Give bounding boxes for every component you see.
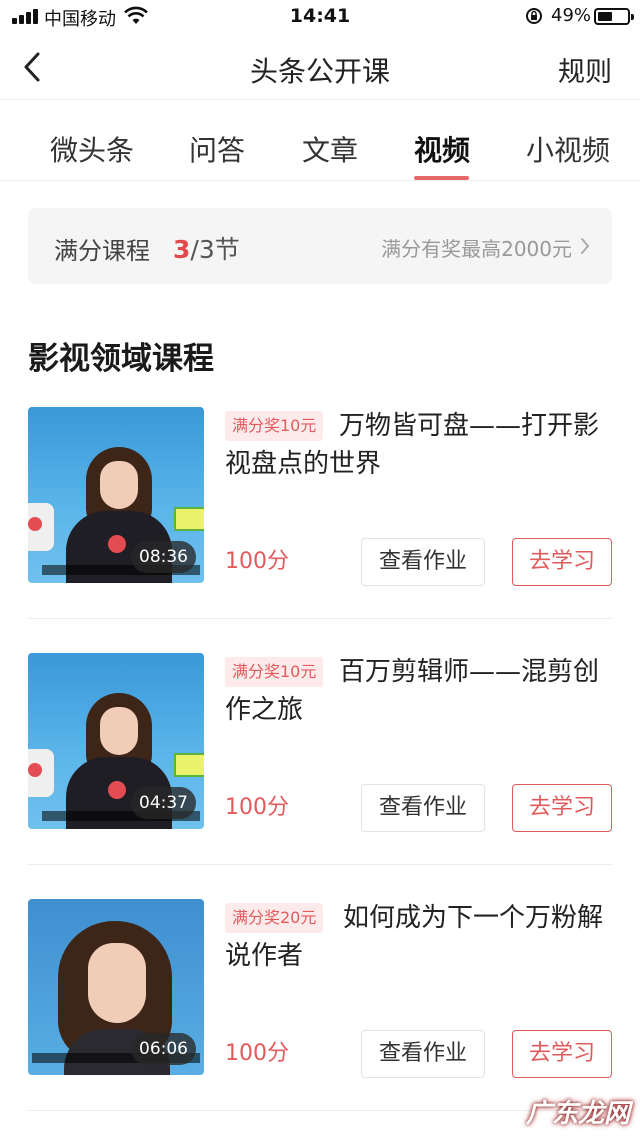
category-tabs: 微头条 问答 文章 视频 小视频 — [0, 101, 640, 181]
progress-total: /3节 — [190, 235, 240, 264]
course-score: 100分 — [225, 549, 289, 574]
view-homework-button[interactable]: 查看作业 — [361, 1030, 485, 1078]
go-study-button[interactable]: 去学习 — [512, 1030, 612, 1078]
progress-count: 3/3节 — [173, 230, 240, 266]
video-thumbnail[interactable]: 06:06 — [28, 899, 204, 1075]
course-card[interactable]: 04:37 满分奖10元 百万剪辑师——混剪创作之旅 100分 查看作业 去学习 — [28, 653, 612, 832]
battery-icon — [594, 8, 634, 25]
reward-text: 满分有奖最高2000元 — [381, 237, 572, 261]
pillow-prop — [28, 749, 54, 797]
view-homework-button[interactable]: 查看作业 — [361, 784, 485, 832]
chevron-right-icon — [581, 238, 590, 254]
status-bar: 中国移动 14:41 49% — [0, 0, 640, 34]
tab-articles[interactable]: 文章 — [302, 129, 358, 169]
course-card[interactable]: 08:36 满分奖10元 万物皆可盘——打开影视盘点的世界 100分 查看作业 … — [28, 407, 612, 586]
clock: 14:41 — [289, 5, 351, 27]
video-thumbnail[interactable]: 08:36 — [28, 407, 204, 583]
course-title[interactable]: 如何成为下一个万粉解说作者 — [225, 899, 610, 975]
battery-percent: 49% — [551, 5, 592, 26]
view-homework-button[interactable]: 查看作业 — [361, 538, 485, 586]
course-score: 100分 — [225, 795, 289, 820]
divider — [28, 1110, 612, 1111]
divider — [28, 618, 612, 619]
video-duration: 04:37 — [131, 787, 196, 819]
page-title: 头条公开课 — [249, 55, 390, 88]
rotation-lock-icon — [526, 8, 542, 24]
tab-weitoutiao[interactable]: 微头条 — [50, 129, 134, 169]
go-study-button[interactable]: 去学习 — [512, 784, 612, 832]
tab-qa[interactable]: 问答 — [189, 129, 245, 169]
watermark: 广东龙网 — [525, 1099, 630, 1129]
active-tab-indicator — [414, 176, 469, 180]
tab-short-video[interactable]: 小视频 — [526, 129, 610, 169]
rules-link[interactable]: 规则 — [558, 50, 612, 89]
video-duration: 08:36 — [131, 541, 196, 573]
course-score: 100分 — [225, 1041, 289, 1066]
course-card[interactable]: 06:06 满分奖20元 如何成为下一个万粉解说作者 100分 查看作业 去学习 — [28, 899, 612, 1078]
course-title[interactable]: 万物皆可盘——打开影视盘点的世界 — [225, 407, 610, 483]
course-title[interactable]: 百万剪辑师——混剪创作之旅 — [225, 653, 610, 729]
sign-prop — [174, 753, 204, 777]
video-duration: 06:06 — [131, 1033, 196, 1065]
section-title: 影视领域课程 — [28, 341, 214, 377]
video-thumbnail[interactable]: 04:37 — [28, 653, 204, 829]
divider — [28, 864, 612, 865]
progress-completed: 3 — [173, 235, 191, 264]
tab-video[interactable]: 视频 — [414, 129, 470, 169]
nav-bar: 头条公开课 规则 — [0, 34, 640, 100]
go-study-button[interactable]: 去学习 — [512, 538, 612, 586]
progress-banner[interactable]: 满分课程 3/3节 满分有奖最高2000元 — [28, 208, 612, 284]
progress-label: 满分课程 — [54, 237, 150, 265]
sign-prop — [174, 507, 204, 531]
pillow-prop — [28, 503, 54, 551]
